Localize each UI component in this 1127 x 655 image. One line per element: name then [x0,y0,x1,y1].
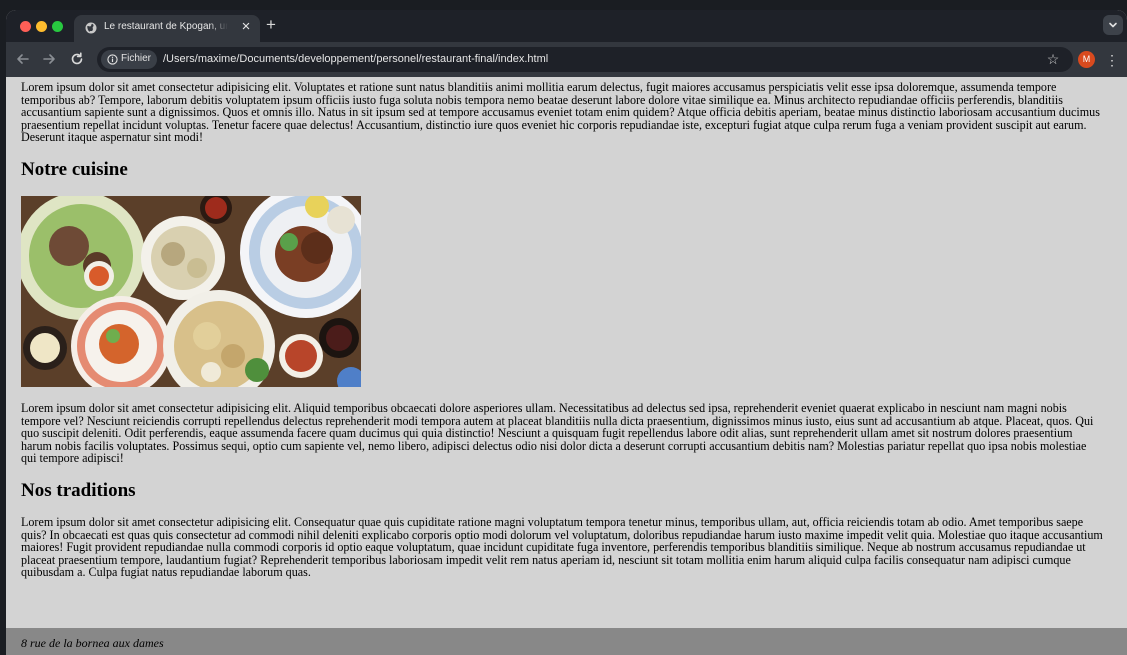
globe-icon [85,22,97,34]
tab-title: Le restaurant de Kpogan, un re [104,21,228,32]
back-arrow-icon[interactable] [14,50,32,68]
page-content: Lorem ipsum dolor sit amet consectetur a… [21,81,1104,579]
section-heading-traditions: Nos traditions [21,479,136,501]
food-photo [21,195,361,387]
toolbar: Fichier /Users/maxime/Documents/developp… [6,42,1127,77]
page-viewport: Lorem ipsum dolor sit amet consectetur a… [6,77,1127,655]
scheme-label: Fichier [121,53,152,64]
intro-paragraph: Lorem ipsum dolor sit amet consectetur a… [21,80,1100,145]
browser-window: Le restaurant de Kpogan, un re × + [6,10,1127,655]
traditions-paragraph: Lorem ipsum dolor sit amet consectetur a… [21,514,1103,580]
reload-icon[interactable] [68,50,86,68]
footer-address: 8 rue de la bornea aux dames [21,636,164,650]
close-window-button[interactable] [20,21,31,32]
tab-search-button[interactable] [1103,15,1123,35]
tab-close-icon[interactable]: × [238,18,254,36]
tab-strip: Le restaurant de Kpogan, un re × + [6,10,1127,42]
address-bar[interactable]: Fichier /Users/maxime/Documents/developp… [97,47,1073,72]
minimize-window-button[interactable] [36,21,47,32]
tab-active[interactable]: Le restaurant de Kpogan, un re × [74,15,260,42]
bookmark-star-icon[interactable]: ☆ [1045,50,1061,68]
chevron-down-icon [1109,22,1117,28]
url-text: /Users/maxime/Documents/developpement/pe… [163,53,549,65]
forward-arrow-icon[interactable] [40,50,58,68]
info-icon [107,54,118,65]
site-info-chip[interactable]: Fichier [101,50,157,69]
maximize-window-button[interactable] [52,21,63,32]
profile-avatar[interactable]: M [1078,51,1095,68]
page-footer: 8 rue de la bornea aux dames [6,628,1127,655]
section-heading-cuisine: Notre cuisine [21,158,128,180]
cuisine-paragraph: Lorem ipsum dolor sit amet consectetur a… [21,400,1094,466]
new-tab-button[interactable]: + [262,13,280,37]
more-options-icon[interactable]: ⋮ [1104,50,1120,70]
